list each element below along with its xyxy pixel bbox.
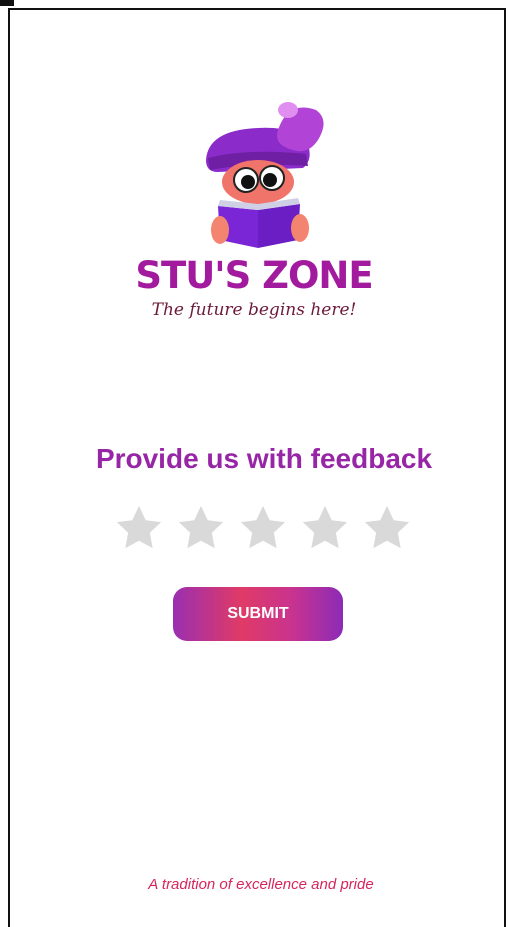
- star-2-icon[interactable]: [175, 502, 227, 554]
- brand-tagline: The future begins here!: [151, 300, 357, 320]
- submit-button[interactable]: SUBMIT: [173, 587, 343, 641]
- star-3-icon[interactable]: [237, 502, 289, 554]
- star-4-icon[interactable]: [299, 502, 351, 554]
- feedback-heading: Provide us with feedback: [95, 443, 433, 474]
- star-rating[interactable]: [113, 502, 413, 558]
- star-5-icon[interactable]: [361, 502, 413, 554]
- window-corner-marker: [0, 0, 14, 6]
- brand-name: STU'S ZONE: [135, 254, 373, 297]
- footer-tagline: A tradition of excellence and pride: [148, 876, 374, 893]
- star-1-icon[interactable]: [113, 502, 165, 554]
